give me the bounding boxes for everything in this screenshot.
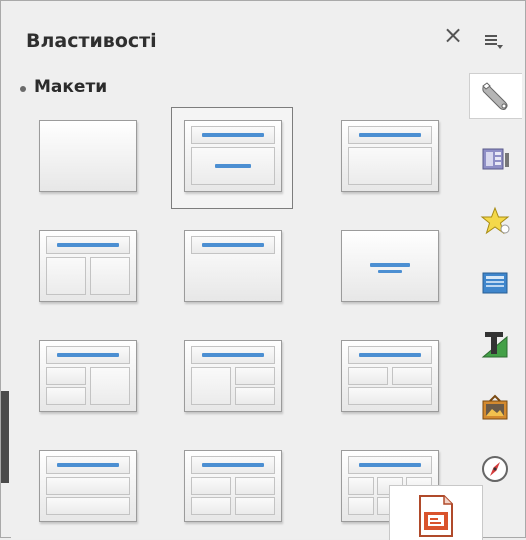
layout-thumbnail <box>341 340 439 412</box>
navigator-compass-icon <box>482 456 508 482</box>
sidebar-tab-bar <box>467 1 525 537</box>
layout-thumbnail <box>341 120 439 192</box>
layout-title-2-content-and-content[interactable] <box>26 327 148 429</box>
properties-panel: Властивості × Макети <box>11 19 467 539</box>
layout-title-content-over-content[interactable] <box>26 437 148 539</box>
sidebar-resize-handle[interactable] <box>1 391 9 483</box>
layout-thumbnail <box>341 230 439 302</box>
tab-gallery[interactable] <box>473 385 517 429</box>
layout-title-2-content-over-content[interactable] <box>328 327 450 429</box>
panel-title: Властивості <box>26 30 157 52</box>
properties-wrench-icon <box>482 82 508 110</box>
layout-thumbnail <box>184 340 282 412</box>
layout-blank[interactable] <box>26 107 148 209</box>
sidebar-menu-icon[interactable] <box>482 29 504 51</box>
impress-app-tooltip <box>389 485 483 540</box>
styles-icon <box>481 332 508 358</box>
animation-star-icon <box>480 206 510 235</box>
collapse-icon[interactable] <box>20 86 26 92</box>
layout-thumbnail <box>39 450 137 522</box>
layout-thumbnail <box>39 230 137 302</box>
tab-styles[interactable] <box>473 323 517 367</box>
tab-properties[interactable] <box>469 73 522 119</box>
layout-title-content-box[interactable] <box>328 107 450 209</box>
layout-centered-text[interactable] <box>328 217 450 319</box>
layout-thumbnail <box>39 120 137 192</box>
layout-title-4-content[interactable] <box>171 437 293 539</box>
layout-title-content[interactable] <box>171 107 293 209</box>
impress-presentation-icon <box>419 495 453 537</box>
layout-thumbnail <box>39 340 137 412</box>
tab-animation[interactable] <box>473 199 517 243</box>
section-title: Макети <box>34 77 108 97</box>
layout-thumbnail <box>184 230 282 302</box>
layout-title-two-columns[interactable] <box>26 217 148 319</box>
layout-title-only[interactable] <box>171 217 293 319</box>
close-icon[interactable]: × <box>441 23 465 47</box>
layout-title-content-and-2-content[interactable] <box>171 327 293 429</box>
tab-master-slides[interactable] <box>473 261 517 305</box>
layout-thumbnail <box>184 450 282 522</box>
layouts-grid <box>21 107 461 537</box>
gallery-icon <box>482 394 508 420</box>
properties-sidebar-window: Властивості × Макети <box>0 0 526 540</box>
slide-transition-icon <box>482 148 509 170</box>
tab-slide-transition[interactable] <box>473 137 517 181</box>
layout-thumbnail <box>184 120 282 192</box>
master-slides-icon <box>482 272 508 294</box>
